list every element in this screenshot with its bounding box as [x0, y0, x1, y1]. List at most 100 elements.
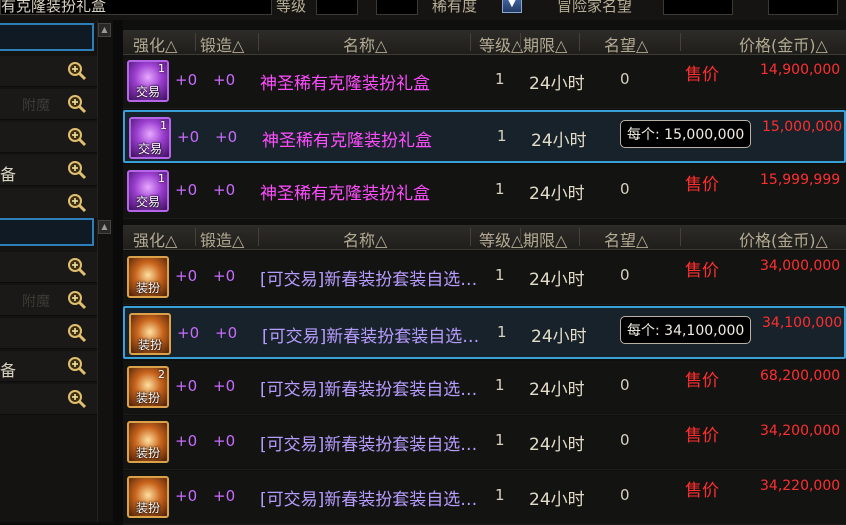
forge-value: +0	[213, 181, 236, 199]
header-reputation[interactable]: 名望△	[604, 32, 648, 56]
price-tooltip: 每个: 34,100,000	[620, 316, 752, 344]
level-value: 1	[497, 127, 507, 145]
sidebar-scrollbar[interactable]: ▲ ▲	[97, 20, 114, 522]
zoom-icon[interactable]	[67, 61, 87, 81]
zoom-icon[interactable]	[67, 127, 87, 147]
price-value: 68,200,000	[760, 368, 841, 384]
sidebar-category-item[interactable]	[0, 318, 97, 349]
sale-price-label: 售价	[685, 175, 719, 195]
table-row[interactable]: 装扮 +0 +0 [可交易]新春装扮套装自选… 1 24小时 0 售价 34,000,000	[123, 251, 846, 305]
sidebar-category-item[interactable]	[0, 252, 97, 283]
item-icon[interactable]: 装扮	[127, 256, 169, 298]
fame-max-field[interactable]	[768, 0, 838, 15]
item-icon[interactable]: 2 装扮	[127, 366, 169, 408]
divider	[113, 20, 123, 522]
header-forge[interactable]: 锻造△	[200, 227, 244, 251]
zoom-icon[interactable]	[67, 323, 87, 343]
zoom-icon[interactable]	[67, 193, 87, 213]
forge-value: +0	[213, 432, 236, 450]
fame-min-field[interactable]	[663, 0, 733, 15]
header-divider	[579, 33, 580, 51]
header-strengthen[interactable]: 强化△	[133, 32, 177, 56]
sidebar-item-faded-text: 附魔	[22, 294, 50, 310]
table-row[interactable]: 装扮 +0 +0 [可交易]新春装扮套装自选… 1 24小时 0 售价 34,220,000	[123, 471, 846, 525]
sale-price-label: 售价	[685, 65, 719, 85]
sidebar-category-item[interactable]	[0, 56, 97, 87]
category-header-1[interactable]	[0, 23, 94, 51]
header-duration[interactable]: 期限△	[523, 32, 567, 56]
strengthen-value: +0	[175, 181, 198, 199]
header-price[interactable]: 价格(金币)△	[739, 227, 828, 251]
sidebar-item-label: 备	[0, 165, 17, 184]
level-max-field[interactable]	[376, 0, 418, 15]
price-value: 34,200,000	[760, 423, 841, 439]
sidebar-category-item[interactable]: 备	[0, 155, 97, 186]
level-value: 1	[495, 486, 505, 504]
sidebar-category-item[interactable]	[0, 122, 97, 153]
zoom-icon[interactable]	[67, 160, 87, 180]
table-row[interactable]: 1 交易 +0 +0 神圣稀有克隆装扮礼盒 1 24小时 0 售价 15,999,999	[123, 165, 846, 219]
table-row[interactable]: 装扮 +0 +0 [可交易]新春装扮套装自选… 1 24小时 0 售价 34,200,000	[123, 416, 846, 470]
item-icon[interactable]: 装扮	[127, 476, 169, 518]
reputation-value: 0	[620, 180, 630, 198]
table-row[interactable]: 1 交易 +0 +0 神圣稀有克隆装扮礼盒 1 24小时 0 售价 14,900,000	[123, 55, 846, 109]
table-row[interactable]: 2 装扮 +0 +0 [可交易]新春装扮套装自选… 1 24小时 0 售价 68,200,000	[123, 361, 846, 415]
header-name[interactable]: 名称△	[343, 227, 387, 251]
item-name: [可交易]新春装扮套装自选…	[260, 380, 478, 400]
category-header-2[interactable]	[0, 218, 94, 246]
duration-value: 24小时	[531, 327, 587, 347]
header-name[interactable]: 名称△	[343, 32, 387, 56]
stack-count: 1	[158, 172, 165, 185]
item-name: 神圣稀有克隆装扮礼盒	[262, 131, 432, 151]
category-sidebar: 附魔备 附魔备	[0, 20, 97, 522]
sidebar-category-item[interactable]	[0, 384, 97, 415]
sale-price-label: 售价	[685, 371, 719, 391]
scroll-up-arrow-icon[interactable]: ▲	[98, 220, 111, 234]
sidebar-category-item[interactable]: 附魔	[0, 285, 97, 316]
header-divider	[680, 228, 681, 246]
item-icon[interactable]: 装扮	[129, 313, 171, 355]
header-price[interactable]: 价格(金币)△	[739, 32, 828, 56]
reputation-value: 0	[620, 70, 630, 88]
sidebar-category-item[interactable]: 备	[0, 351, 97, 382]
rarity-dropdown-button[interactable]: ▼	[502, 0, 522, 13]
item-tag: 装扮	[135, 391, 160, 405]
item-tag: 交易	[135, 85, 160, 99]
price-value: 34,220,000	[760, 478, 841, 494]
level-min-field[interactable]	[316, 0, 358, 15]
item-name: [可交易]新春装扮套装自选…	[260, 270, 478, 290]
zoom-icon[interactable]	[67, 389, 87, 409]
adventurer-fame-label: 冒险家名望	[557, 0, 633, 15]
sidebar-item-label: 备	[0, 361, 17, 380]
header-strengthen[interactable]: 强化△	[133, 227, 177, 251]
duration-value: 24小时	[529, 435, 585, 455]
item-tag: 装扮	[137, 338, 162, 352]
duration-value: 24小时	[529, 184, 585, 204]
stack-count: 2	[158, 368, 165, 381]
zoom-icon[interactable]	[67, 94, 87, 114]
forge-value: +0	[213, 267, 236, 285]
sidebar-category-item[interactable]	[0, 188, 97, 219]
zoom-icon[interactable]	[67, 290, 87, 310]
zoom-icon[interactable]	[67, 257, 87, 277]
item-icon[interactable]: 装扮	[127, 421, 169, 463]
duration-value: 24小时	[529, 380, 585, 400]
header-level[interactable]: 等级△	[479, 227, 523, 251]
header-duration[interactable]: 期限△	[523, 227, 567, 251]
zoom-icon[interactable]	[67, 356, 87, 376]
item-icon[interactable]: 1 交易	[127, 170, 169, 212]
header-level[interactable]: 等级△	[479, 32, 523, 56]
search-input[interactable]: 有克隆装扮礼盒	[0, 0, 272, 15]
sale-price-label: 售价	[685, 261, 719, 281]
header-reputation[interactable]: 名望△	[604, 227, 648, 251]
strengthen-value: +0	[175, 432, 198, 450]
item-icon[interactable]: 1 交易	[129, 117, 171, 159]
item-tag: 交易	[137, 142, 162, 156]
item-icon[interactable]: 1 交易	[127, 60, 169, 102]
scroll-up-arrow-icon[interactable]: ▲	[98, 23, 111, 37]
item-tag: 装扮	[135, 281, 160, 295]
sidebar-item-faded-text: 附魔	[22, 98, 50, 114]
reputation-value: 0	[620, 431, 630, 449]
header-forge[interactable]: 锻造△	[200, 32, 244, 56]
sidebar-category-item[interactable]: 附魔	[0, 89, 97, 120]
